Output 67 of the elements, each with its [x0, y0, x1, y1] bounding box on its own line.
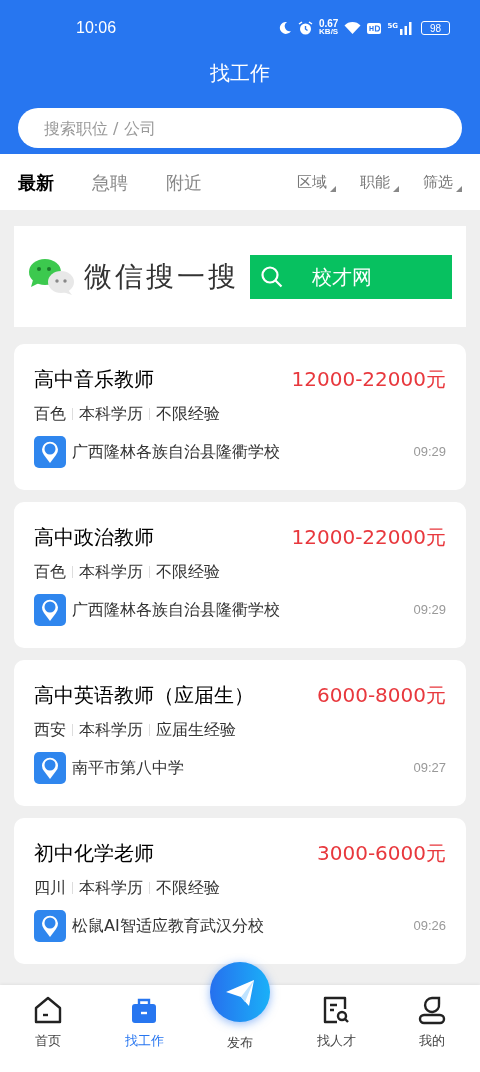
nav-tab[interactable]: 我的 — [384, 995, 480, 1051]
job-title: 初中化学老师 — [34, 840, 154, 867]
status-time: 10:06 — [76, 18, 117, 38]
company-name: 南平市第八中学 — [72, 757, 184, 779]
page-title: 找工作 — [210, 60, 270, 87]
job-tag: 应届生经验 — [156, 718, 236, 742]
company-name: 松鼠AI智适应教育武汉分校 — [72, 915, 264, 937]
salary: 12000-22000元 — [291, 524, 446, 551]
job-title: 高中音乐教师 — [34, 366, 154, 393]
company-name: 广西隆林各族自治县隆衢学校 — [72, 599, 280, 621]
network-speed: 0.67 — [318, 20, 339, 28]
signal-icon — [400, 21, 412, 35]
job-title: 高中政治教师 — [34, 524, 154, 551]
wifi-icon — [344, 21, 362, 35]
job-tag: 本科学历 — [79, 560, 143, 584]
speed-unit: KB/S — [319, 28, 339, 36]
tab[interactable]: 附近 — [166, 168, 202, 196]
location-pin-icon — [34, 752, 66, 784]
alarm-icon — [297, 20, 313, 36]
job-tag: 百色 — [34, 560, 66, 584]
battery-indicator: 98 — [421, 21, 450, 35]
job-card[interactable]: 高中英语教师（应届生） 6000-8000元 西安 本科学历 应届生经验 南平市第八中学 09:27 — [14, 660, 466, 806]
company-name: 广西隆林各族自治县隆衢学校 — [72, 441, 280, 463]
salary: 12000-22000元 — [291, 366, 446, 393]
filter-dropdown[interactable]: 筛选 — [423, 170, 462, 194]
location-pin-icon — [34, 594, 66, 626]
nav-tab[interactable]: 首页 — [0, 995, 96, 1051]
post-time: 09:29 — [413, 601, 446, 620]
location-pin-icon — [34, 910, 66, 942]
hd-icon — [367, 22, 382, 34]
job-tag: 本科学历 — [79, 876, 143, 900]
tab[interactable]: 急聘 — [92, 168, 128, 196]
corner-arrow-icon — [330, 186, 336, 193]
job-tag: 不限经验 — [156, 402, 220, 426]
salary: 3000-6000元 — [317, 840, 446, 867]
job-tag: 西安 — [34, 718, 66, 742]
post-time: 09:27 — [413, 759, 446, 778]
job-tag: 本科学历 — [79, 718, 143, 742]
banner-text: 微信搜一搜 — [84, 258, 239, 295]
tab[interactable]: 最新 — [18, 168, 54, 196]
nav-tab[interactable]: 找工作 — [96, 995, 192, 1051]
document-search-icon — [321, 995, 351, 1025]
job-card[interactable]: 高中音乐教师 12000-22000元 百色 本科学历 不限经验 广西隆林各族自治县隆衢学校 09:29 — [14, 344, 466, 490]
job-tag: 不限经验 — [156, 560, 220, 584]
filter-dropdown[interactable]: 区域 — [297, 170, 336, 194]
job-tag: 百色 — [34, 402, 66, 426]
chat-bubbles-icon — [28, 257, 76, 296]
person-icon — [417, 995, 447, 1025]
job-tag: 本科学历 — [79, 402, 143, 426]
post-time: 09:26 — [413, 917, 446, 936]
corner-arrow-icon — [456, 186, 462, 193]
search-field[interactable]: 搜索职位 / 公司 — [18, 108, 462, 148]
job-title: 高中英语教师（应届生） — [34, 682, 254, 709]
corner-arrow-icon — [393, 186, 399, 193]
post-time: 09:29 — [413, 443, 446, 462]
search-icon — [260, 264, 284, 289]
job-tag: 四川 — [34, 876, 66, 900]
job-card[interactable]: 初中化学老师 3000-6000元 四川 本科学历 不限经验 松鼠AI智适应教育武汉分校 09:26 — [14, 818, 466, 964]
salary: 6000-8000元 — [317, 682, 446, 709]
moon-icon — [277, 21, 292, 35]
location-pin-icon — [34, 436, 66, 468]
job-card[interactable]: 高中政治教师 12000-22000元 百色 本科学历 不限经验 广西隆林各族自治县隆衢学校 09:29 — [14, 502, 466, 648]
filter-dropdown[interactable]: 职能 — [360, 170, 399, 194]
job-tag: 不限经验 — [156, 876, 220, 900]
nav-tab[interactable]: 找人才 — [288, 995, 384, 1051]
nav-tab[interactable]: 发布 — [192, 961, 288, 1053]
home-icon — [33, 995, 63, 1025]
